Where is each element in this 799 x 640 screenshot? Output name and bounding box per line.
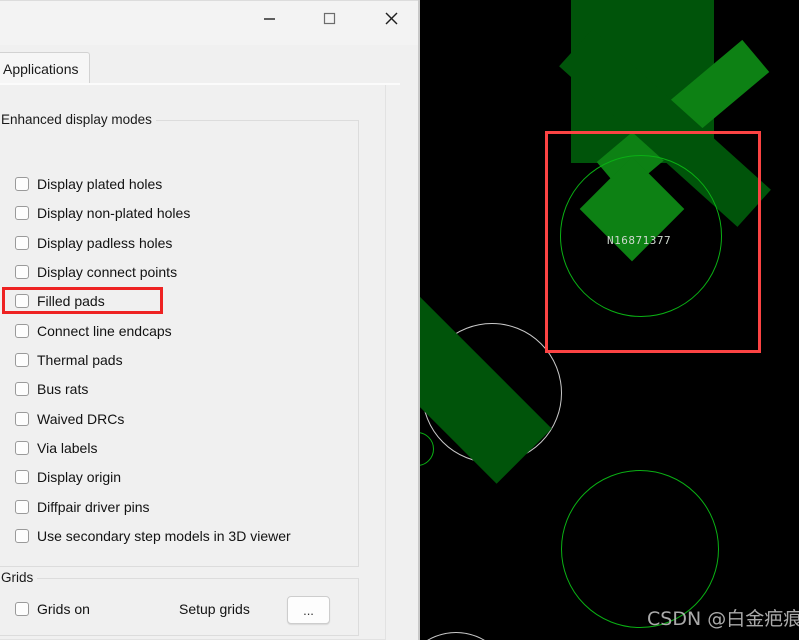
checkbox-label-display-padless-holes: Display padless holes [37, 235, 173, 251]
checkbox-row-display-origin[interactable]: Display origin [15, 466, 121, 488]
checkbox-row-filled-pads[interactable]: Filled pads [15, 290, 105, 312]
checkbox-thermal-pads[interactable] [15, 353, 29, 367]
checkbox-label-display-origin: Display origin [37, 469, 122, 485]
checkbox-row-display-padless-holes[interactable]: Display padless holes [15, 232, 172, 254]
checkbox-display-padless-holes[interactable] [15, 236, 29, 250]
checkbox-display-connect-points[interactable] [15, 265, 29, 279]
checkbox-diffpair-driver-pins[interactable] [15, 500, 29, 514]
checkbox-row-thermal-pads[interactable]: Thermal pads [15, 349, 123, 371]
window-right-edge [418, 0, 420, 640]
checkbox-label-thermal-pads: Thermal pads [37, 352, 123, 368]
checkbox-label-use-secondary-step-models: Use secondary step models in 3D viewer [37, 528, 291, 544]
pcb-arc-fragment-left [420, 432, 434, 466]
pcb-canvas[interactable]: N16871377 CSDN @白金疤痕 [420, 0, 799, 640]
checkbox-row-grids-on[interactable]: Grids on [15, 598, 90, 620]
checkbox-display-non-plated-holes[interactable] [15, 206, 29, 220]
checkbox-row-use-secondary-step-models[interactable]: Use secondary step models in 3D viewer [15, 525, 291, 547]
close-button[interactable] [368, 2, 414, 34]
options-dialog: Applications Enhanced display modes Disp… [0, 0, 420, 640]
checkbox-filled-pads[interactable] [15, 294, 29, 308]
checkbox-row-diffpair-driver-pins[interactable]: Diffpair driver pins [15, 496, 150, 518]
checkbox-via-labels[interactable] [15, 441, 29, 455]
checkbox-label-filled-pads: Filled pads [37, 293, 105, 309]
pcb-hole-ring-bottom-left [420, 632, 512, 640]
checkbox-label-display-non-plated-holes: Display non-plated holes [37, 205, 191, 221]
checkbox-label-via-labels: Via labels [37, 440, 98, 456]
minimize-icon [263, 12, 276, 25]
group-grids-title: Grids [0, 570, 38, 585]
window-titlebar [0, 0, 420, 46]
checkbox-use-secondary-step-models[interactable] [15, 529, 29, 543]
pcb-selection-box [545, 131, 761, 353]
checkbox-grids-on[interactable] [15, 602, 29, 616]
screenshot-root: N16871377 CSDN @白金疤痕 Applications Enhanc… [0, 0, 799, 640]
checkbox-display-origin[interactable] [15, 470, 29, 484]
maximize-button[interactable] [306, 2, 352, 34]
checkbox-row-bus-rats[interactable]: Bus rats [15, 378, 88, 400]
checkbox-row-display-non-plated-holes[interactable]: Display non-plated holes [15, 202, 190, 224]
tab-applications[interactable]: Applications [0, 52, 90, 84]
checkbox-label-grids-on: Grids on [37, 601, 90, 617]
tab-applications-label: Applications [3, 60, 79, 77]
checkbox-connect-line-endcaps[interactable] [15, 324, 29, 338]
checkbox-row-connect-line-endcaps[interactable]: Connect line endcaps [15, 320, 172, 342]
tab-strip: Applications [0, 45, 420, 84]
checkbox-row-waived-drcs[interactable]: Waived DRCs [15, 408, 124, 430]
checkbox-row-display-connect-points[interactable]: Display connect points [15, 261, 177, 283]
checkbox-label-display-plated-holes: Display plated holes [37, 176, 163, 192]
checkbox-display-plated-holes[interactable] [15, 177, 29, 191]
setup-grids-button[interactable]: ... [287, 596, 330, 624]
checkbox-bus-rats[interactable] [15, 382, 29, 396]
group-enhanced-display-modes-title: Enhanced display modes [0, 112, 156, 127]
checkbox-label-bus-rats: Bus rats [37, 381, 89, 397]
checkbox-label-waived-drcs: Waived DRCs [37, 411, 125, 427]
watermark-text: CSDN @白金疤痕 [647, 608, 799, 630]
checkbox-label-display-connect-points: Display connect points [37, 264, 178, 280]
checkbox-row-display-plated-holes[interactable]: Display plated holes [15, 173, 162, 195]
close-icon [384, 11, 399, 26]
checkbox-label-diffpair-driver-pins: Diffpair driver pins [37, 499, 150, 515]
checkbox-label-connect-line-endcaps: Connect line endcaps [37, 323, 172, 339]
checkbox-row-via-labels[interactable]: Via labels [15, 437, 97, 459]
setup-grids-button-label: ... [303, 602, 314, 618]
setup-grids-label: Setup grids [179, 601, 250, 617]
minimize-button[interactable] [246, 2, 292, 34]
maximize-icon [323, 12, 336, 25]
checkbox-waived-drcs[interactable] [15, 412, 29, 426]
